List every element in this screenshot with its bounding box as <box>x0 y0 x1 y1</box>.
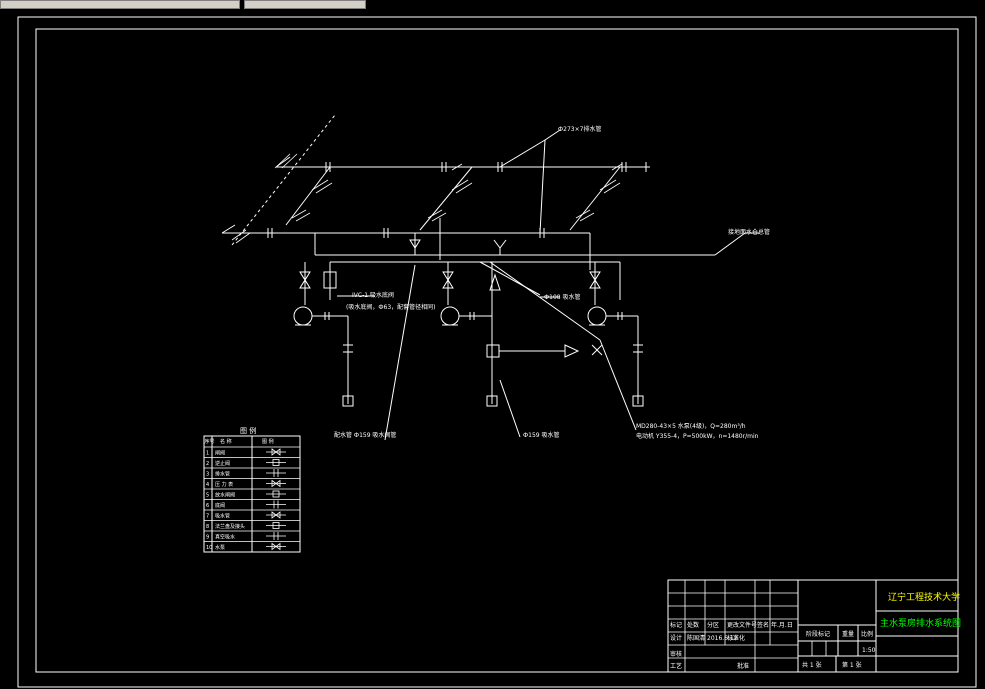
cad-drawing-canvas[interactable]: Ф273×7排水管 接地面水仓总管 IVC-1 吸水底阀 (吸水底阀，Ф63，配… <box>0 8 985 689</box>
inner-frame <box>35 28 959 673</box>
legend-header-symbol: 图 例 <box>262 438 274 445</box>
tb-approve: 批准 <box>737 662 749 670</box>
tb-stage: 阶段标记 <box>806 630 830 638</box>
legend-row-name: 水泵 <box>215 544 225 551</box>
legend-row-no: 1 <box>206 451 209 457</box>
legend-row-name: 压 力 表 <box>215 481 233 488</box>
tb-review: 审核 <box>670 650 682 658</box>
label-bottom-right-2: 电动机 Y355-4，P=500kW，n=1480r/min <box>636 432 759 440</box>
drawing-labels: Ф273×7排水管 接地面水仓总管 IVC-1 吸水底阀 (吸水底阀，Ф63，配… <box>334 125 770 440</box>
tb-sheet-no: 第 1 张 <box>842 661 862 669</box>
legend-row-name: 排水管 <box>215 471 230 478</box>
label-bottom-left: 配水管 Ф159 吸水阀管 <box>334 431 396 439</box>
legend-symbol-gate-icon <box>266 448 286 456</box>
legend-row-no: 8 <box>206 524 209 530</box>
app-toolbar-strip <box>0 0 985 9</box>
legend-row-no: 4 <box>206 482 209 488</box>
tb-b1: 陈国清 <box>687 634 705 642</box>
tb-b0: 设计 <box>670 634 682 642</box>
tb-school: 辽宁工程技术大学 <box>888 591 960 603</box>
tb-a0: 标记 <box>670 621 682 629</box>
legend-row-name: 放水闸阀 <box>215 492 235 499</box>
tb-craft: 工艺 <box>670 662 682 670</box>
legend-row-name: 闸阀 <box>215 450 225 457</box>
legend-row-name: 吸水管 <box>215 513 230 520</box>
legend-title: 图 例 <box>240 426 256 435</box>
legend-row-no: 10 <box>206 545 212 551</box>
legend-row-no: 6 <box>206 503 209 509</box>
legend-symbol-check-icon <box>266 459 286 466</box>
tb-a2: 分区 <box>707 621 719 629</box>
label-right-pipe: 接地面水仓总管 <box>728 228 770 236</box>
outer-frame <box>17 16 977 688</box>
tb-a5: 年.月.日 <box>771 621 793 629</box>
legend-header-name: 名 称 <box>220 438 232 445</box>
label-top-pipe: Ф273×7排水管 <box>558 125 601 133</box>
legend-symbol-suction-icon <box>266 511 286 519</box>
legend-symbol-pipe-icon <box>266 469 286 477</box>
tb-a4: 签名 <box>757 621 769 629</box>
legend-row-no: 5 <box>206 493 209 499</box>
label-bottom-right-1: MD280-43×5 水泵(4级)，Q=280m³/h <box>636 422 746 430</box>
label-pump-left: IVC-1 吸水底阀 <box>352 291 394 299</box>
tb-a3: 更改文件号 <box>727 621 757 629</box>
legend-row-name: 法兰盘及接头 <box>215 523 245 530</box>
legend-symbol-drain-icon <box>266 490 286 498</box>
tb-scale: 比例 <box>861 630 873 638</box>
legend-symbol-foot-icon <box>266 500 286 509</box>
legend-header-no: 序号 <box>205 438 215 445</box>
tb-weight: 重量 <box>842 630 854 638</box>
tb-scale-val: 1:50 <box>862 647 876 654</box>
legend-row-no: 2 <box>206 461 209 467</box>
pipe-network <box>221 114 760 441</box>
legend-symbol-pump-icon <box>266 542 286 551</box>
legend-symbol-flange-icon <box>266 522 286 529</box>
legend-table: 图 例 序号 名 称 图 例 1 闸阀 2 逆止阀 3 排水管 4 压 力 表 5 放水闸阀 6 底阀… <box>203 426 301 553</box>
tb-drawing-title: 主水泵房排水系统图 <box>880 617 961 629</box>
tb-a1: 处数 <box>687 621 699 629</box>
legend-row-no: 3 <box>206 472 209 478</box>
tb-b3: 标准化 <box>727 634 745 642</box>
legend-row-no: 7 <box>206 514 209 520</box>
tb-total: 共 1 张 <box>802 661 822 669</box>
label-bottom-mid: Ф159 吸水管 <box>523 431 560 439</box>
legend-symbol-gauge-icon <box>266 479 286 488</box>
label-mid-pipe: Ф108 吸水管 <box>544 293 581 301</box>
legend-row-name: 逆止阀 <box>215 460 230 467</box>
legend-row-name: 真空吸水 <box>215 534 235 541</box>
label-pump-left-sub: (吸水底阀，Ф63，配套管径相同) <box>346 303 435 311</box>
legend-row-name: 底阀 <box>215 502 225 509</box>
legend-symbol-vacuum-icon <box>266 532 286 540</box>
legend-row-no: 9 <box>206 535 209 541</box>
